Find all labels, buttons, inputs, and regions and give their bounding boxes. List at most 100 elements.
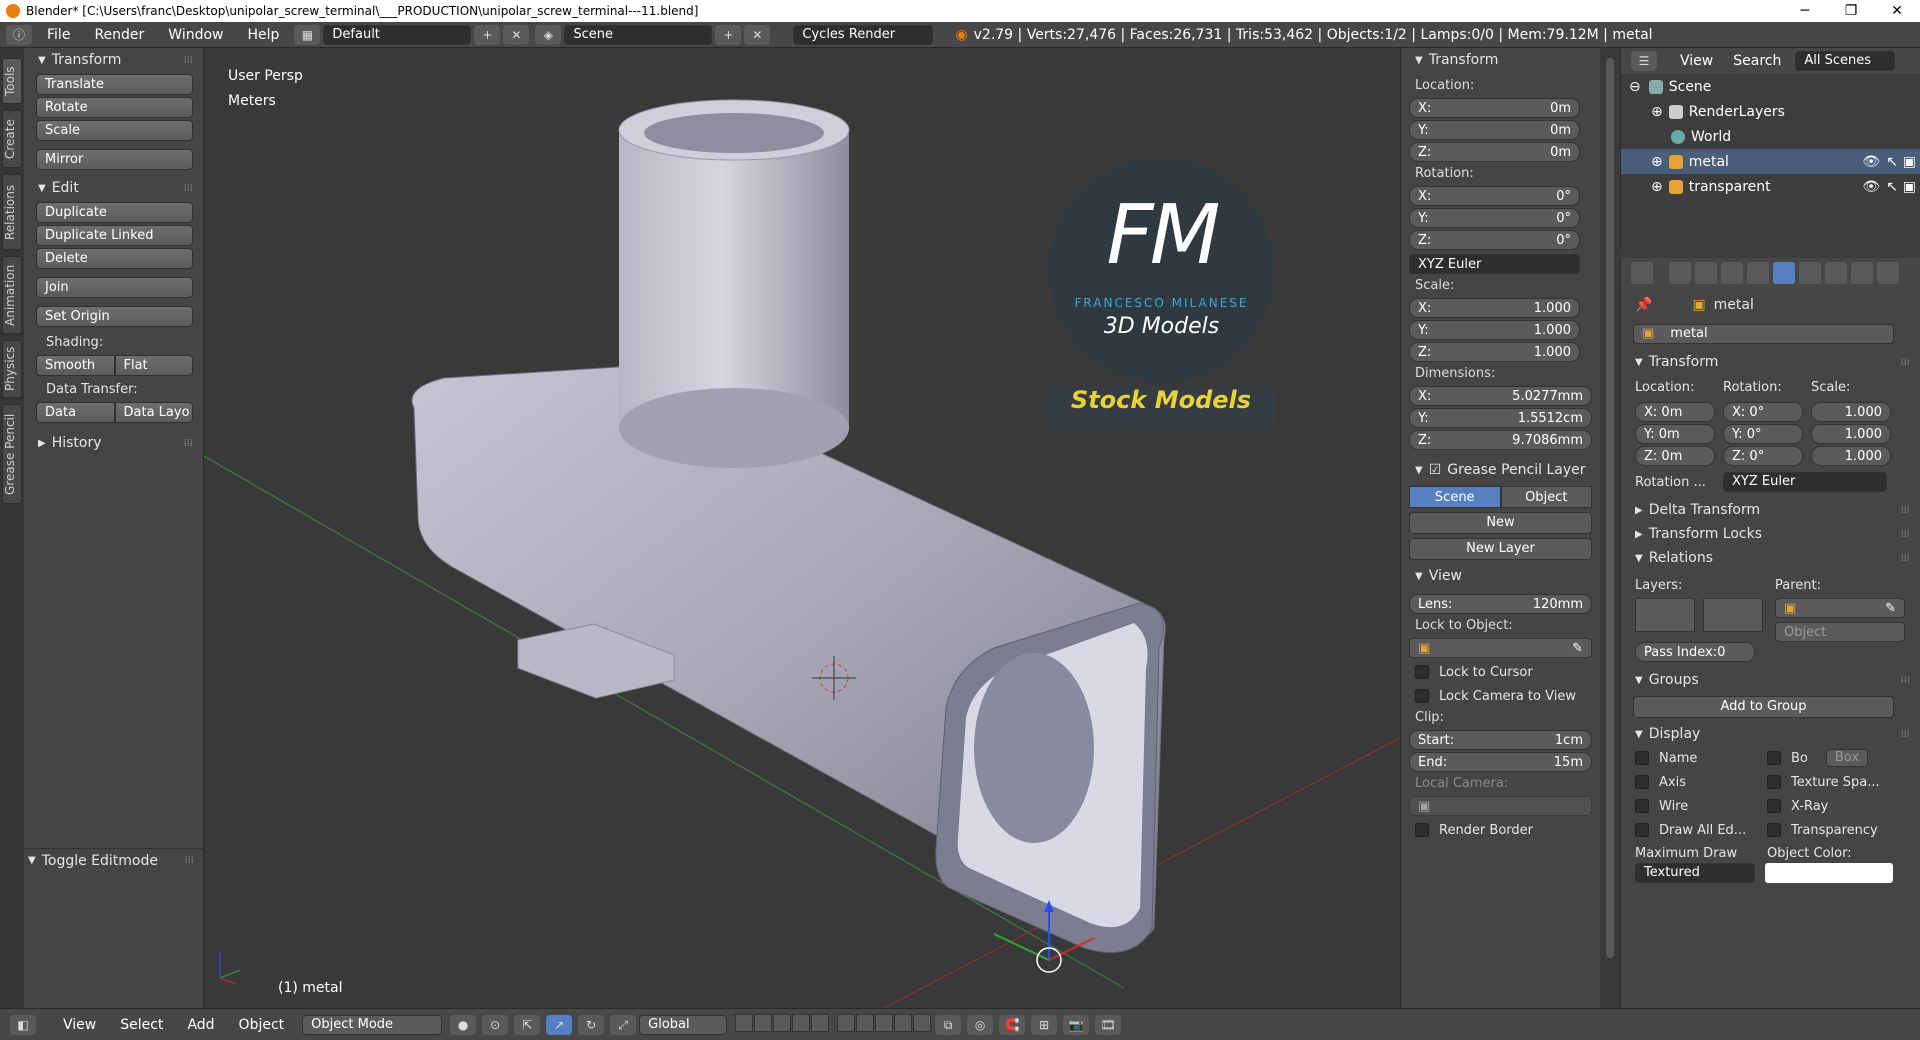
prop-location-y[interactable]: Y: 0m bbox=[1635, 424, 1715, 444]
dimension-y-field[interactable]: Y: 1.5512cm bbox=[1409, 408, 1592, 428]
n-panel-scrollbar[interactable] bbox=[1600, 48, 1620, 1008]
delta-transform-header[interactable]: ▶ Delta Transform ⁞⁞⁞ bbox=[1621, 498, 1920, 522]
grease-pencil-layers-header[interactable]: ▼ ☑ Grease Pencil Layer bbox=[1401, 458, 1600, 482]
rotate-button[interactable]: Rotate bbox=[36, 97, 193, 118]
collapse-icon[interactable]: ⊖ bbox=[1629, 79, 1641, 95]
select-cursor-icon[interactable]: ↖ bbox=[1886, 154, 1898, 170]
info-editor-type-icon[interactable]: ⓘ bbox=[6, 24, 32, 45]
relations-header[interactable]: ▼ Relations ⁞⁞⁞ bbox=[1621, 546, 1920, 570]
material-tab-icon[interactable] bbox=[1877, 262, 1899, 284]
display-name-checkbox[interactable]: Name bbox=[1621, 746, 1753, 770]
location-x-field[interactable]: X: 0m bbox=[1409, 98, 1580, 118]
display-mode-select[interactable]: All Scenes bbox=[1795, 51, 1896, 71]
minimize-button[interactable]: ─ bbox=[1782, 3, 1828, 19]
prop-location-z[interactable]: Z: 0m bbox=[1635, 446, 1715, 466]
grease-pencil-check-icon[interactable]: ☑ bbox=[1429, 462, 1442, 478]
lens-field[interactable]: Lens: 120mm bbox=[1409, 594, 1592, 614]
set-origin-select[interactable]: Set Origin bbox=[36, 306, 193, 327]
translate-manipulator-icon[interactable]: ↗ bbox=[546, 1014, 573, 1035]
expand-icon[interactable]: ⊕ bbox=[1651, 154, 1663, 170]
tab-tools[interactable]: Tools bbox=[2, 58, 22, 104]
dimension-z-field[interactable]: Z: 9.7086mm bbox=[1409, 430, 1592, 450]
display-bounds-checkbox[interactable]: Bo Box bbox=[1753, 746, 1903, 770]
properties-editor-type-icon[interactable] bbox=[1631, 262, 1653, 284]
pivot-point-icon[interactable]: ⊙ bbox=[482, 1014, 509, 1035]
snap-element-icon[interactable]: ⊞ bbox=[1031, 1014, 1058, 1035]
grip-icon[interactable]: ⁞⁞⁞ bbox=[1900, 357, 1910, 368]
close-button[interactable]: ✕ bbox=[1874, 3, 1920, 19]
outliner-view-menu[interactable]: View bbox=[1680, 53, 1713, 69]
object-color-swatch[interactable] bbox=[1765, 863, 1893, 883]
display-transparency-checkbox[interactable]: Transparency bbox=[1753, 818, 1903, 842]
gp-scene-tab[interactable]: Scene bbox=[1409, 486, 1501, 508]
scale-x-field[interactable]: X: 1.000 bbox=[1409, 298, 1580, 318]
prop-scale-y[interactable]: 1.000 bbox=[1811, 424, 1891, 444]
tab-animation[interactable]: Animation bbox=[2, 256, 22, 334]
gp-new-button[interactable]: New bbox=[1409, 512, 1592, 534]
grip-icon[interactable]: ⁞⁞⁞ bbox=[1900, 529, 1910, 540]
add-to-group-button[interactable]: Add to Group bbox=[1633, 696, 1894, 718]
panel-history-header[interactable]: ▶ History ⁞⁞⁞ bbox=[24, 431, 203, 455]
prop-scale-x[interactable]: 1.000 bbox=[1811, 402, 1891, 422]
duplicate-linked-button[interactable]: Duplicate Linked bbox=[36, 225, 193, 246]
join-button[interactable]: Join bbox=[36, 277, 193, 298]
grip-icon[interactable]: ⁞⁞⁞ bbox=[1900, 505, 1910, 516]
grip-icon[interactable]: ⁞⁞⁞ bbox=[183, 183, 193, 194]
local-camera-field[interactable]: ▣ bbox=[1409, 796, 1592, 816]
groups-header[interactable]: ▼ Groups ⁞⁞⁞ bbox=[1621, 668, 1920, 692]
smooth-button[interactable]: Smooth bbox=[36, 355, 115, 376]
3d-view-editor-type-icon[interactable]: ◧ bbox=[10, 1014, 36, 1035]
tab-relations[interactable]: Relations bbox=[2, 174, 22, 250]
panel-toggle-editmode-header[interactable]: ▼ Toggle Editmode ⁞⁞⁞ bbox=[14, 848, 204, 872]
translate-button[interactable]: Translate bbox=[36, 74, 193, 95]
select-cursor-icon[interactable]: ↖ bbox=[1886, 179, 1898, 195]
display-axis-checkbox[interactable]: Axis bbox=[1621, 770, 1753, 794]
bounds-type-select[interactable]: Box bbox=[1825, 749, 1869, 767]
outliner-editor-type-icon[interactable]: ☰ bbox=[1631, 51, 1657, 71]
render-tab-icon[interactable] bbox=[1669, 262, 1691, 284]
data-button[interactable]: Data bbox=[36, 402, 115, 423]
layer-buttons[interactable] bbox=[735, 1013, 932, 1036]
render-layers-tab-icon[interactable] bbox=[1695, 262, 1717, 284]
screen-layout-icon[interactable]: ▦ bbox=[294, 24, 321, 45]
prop-location-x[interactable]: X: 0m bbox=[1635, 402, 1715, 422]
tab-physics[interactable]: Physics bbox=[2, 340, 22, 398]
clip-start-field[interactable]: Start: 1cm bbox=[1409, 730, 1592, 750]
view-panel-header[interactable]: ▼ View bbox=[1401, 564, 1600, 588]
manipulator-toggle-icon[interactable]: ⇱ bbox=[514, 1014, 541, 1035]
constraints-tab-icon[interactable] bbox=[1799, 262, 1821, 284]
world-tab-icon[interactable] bbox=[1747, 262, 1769, 284]
grip-icon[interactable]: ⁞⁞⁞ bbox=[1900, 675, 1910, 686]
rotation-z-field[interactable]: Z: 0° bbox=[1409, 230, 1580, 250]
grip-icon[interactable]: ⁞⁞⁞ bbox=[184, 855, 194, 866]
tab-grease-pencil[interactable]: Grease Pencil bbox=[2, 404, 22, 504]
mirror-button[interactable]: Mirror bbox=[36, 149, 193, 170]
menu-window[interactable]: Window bbox=[156, 27, 235, 43]
display-header[interactable]: ▼ Display ⁞⁞⁞ bbox=[1621, 722, 1920, 746]
prop-rotation-z[interactable]: Z: 0° bbox=[1723, 446, 1803, 466]
outliner-row-renderlayers[interactable]: ⊕ RenderLayers bbox=[1621, 99, 1920, 124]
screen-layout-field[interactable]: Default bbox=[323, 24, 472, 45]
menu-render[interactable]: Render bbox=[82, 27, 156, 43]
rotation-x-field[interactable]: X: 0° bbox=[1409, 186, 1580, 206]
scale-button[interactable]: Scale bbox=[36, 120, 193, 141]
display-wire-checkbox[interactable]: Wire bbox=[1621, 794, 1753, 818]
duplicate-button[interactable]: Duplicate bbox=[36, 202, 193, 223]
layer-lock-icon[interactable]: ⧉ bbox=[935, 1014, 962, 1035]
menu-file[interactable]: File bbox=[35, 27, 82, 43]
prop-transform-header[interactable]: ▼ Transform ⁞⁞⁞ bbox=[1621, 350, 1920, 374]
opengl-render-icon[interactable]: 📷 bbox=[1063, 1014, 1090, 1035]
remove-layout-icon[interactable]: ✕ bbox=[503, 24, 530, 45]
scene-icon[interactable]: ◈ bbox=[535, 24, 562, 45]
rotation-mode-select[interactable]: XYZ Euler bbox=[1409, 254, 1580, 274]
scene-tab-icon[interactable] bbox=[1721, 262, 1743, 284]
visibility-eye-icon[interactable]: 👁 bbox=[1862, 154, 1880, 170]
panel-edit-header[interactable]: ▼ Edit ⁞⁞⁞ bbox=[24, 176, 203, 200]
expand-icon[interactable]: ⊕ bbox=[1651, 104, 1663, 120]
eyedropper-icon[interactable]: ✎ bbox=[1572, 641, 1583, 656]
scrollbar-thumb[interactable] bbox=[1606, 58, 1614, 958]
delete-button[interactable]: Delete bbox=[36, 248, 193, 269]
display-draw-all-edges-checkbox[interactable]: Draw All Ed... bbox=[1621, 818, 1753, 842]
outliner-row-transparent[interactable]: ⊕ transparent 👁 ↖ ▣ bbox=[1621, 174, 1920, 199]
scale-y-field[interactable]: Y: 1.000 bbox=[1409, 320, 1580, 340]
